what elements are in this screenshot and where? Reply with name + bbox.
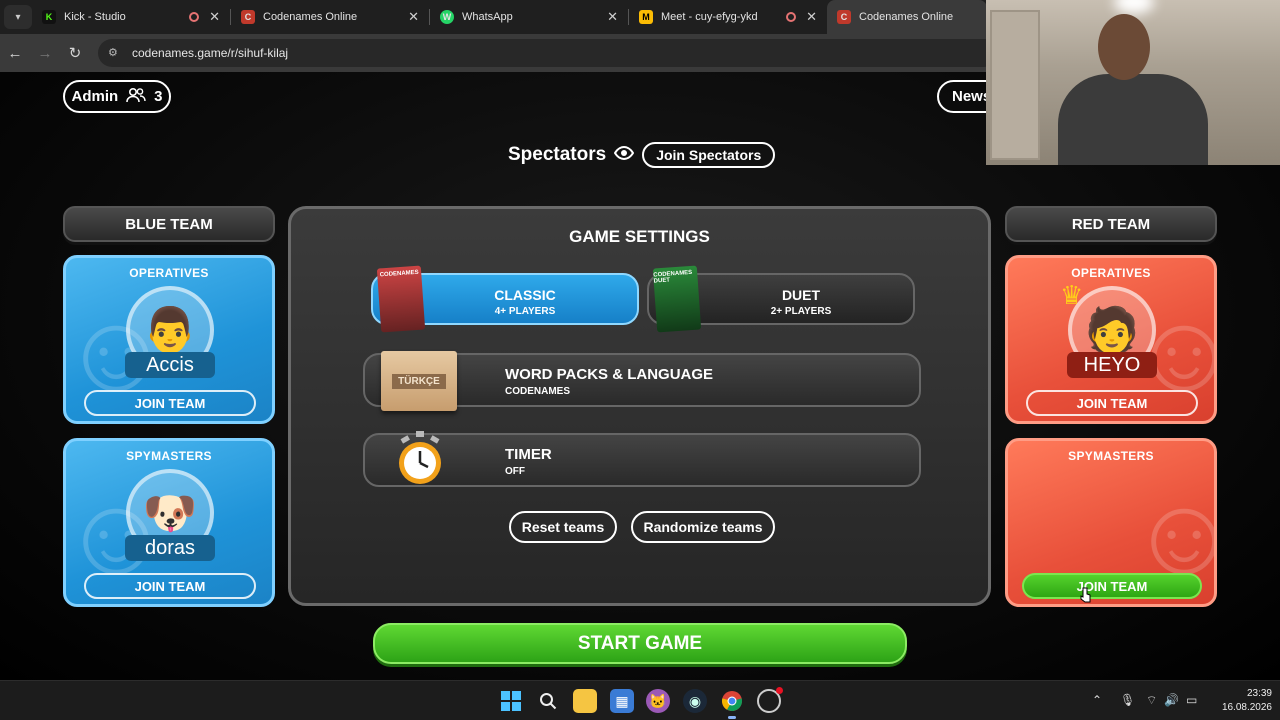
tab-meet[interactable]: M Meet - cuy-efyg-ykd ✕	[629, 0, 827, 34]
word-packs-value: CODENAMES	[505, 386, 571, 397]
red-operatives-card: ☺ OPERATIVES 🧑 ♛ HEYO JOIN TEAM	[1005, 255, 1217, 424]
tab-kick-studio[interactable]: K Kick - Studio ✕	[32, 0, 230, 34]
spectators-bar: Spectators Join Spectators	[508, 142, 776, 168]
reload-button[interactable]: ↻	[60, 38, 90, 68]
role-label: SPYMASTERS	[126, 449, 212, 463]
spectators-label: Spectators	[508, 144, 607, 165]
role-label: SPYMASTERS	[1068, 449, 1154, 463]
randomize-teams-button[interactable]: Randomize teams	[631, 511, 775, 543]
site-info-icon[interactable]: ⚙	[108, 46, 122, 60]
tab-title: Codenames Online	[263, 11, 358, 23]
url-input[interactable]: ⚙ codenames.game/r/sihuf-kilaj	[98, 39, 998, 67]
admin-label: Admin	[71, 88, 119, 105]
cursor-icon	[1080, 587, 1092, 604]
join-team-button[interactable]: JOIN TEAM	[1026, 390, 1198, 416]
steam-icon[interactable]: ◉	[683, 689, 707, 713]
player-name: Accis	[125, 352, 215, 378]
meet-icon: M	[639, 10, 653, 24]
obs-icon[interactable]	[757, 687, 783, 713]
kick-icon: K	[42, 10, 56, 24]
search-icon[interactable]	[536, 689, 560, 713]
file-explorer-icon[interactable]	[573, 689, 597, 713]
taskbar-clock[interactable]: 23:39 16.08.2026	[1212, 687, 1272, 715]
mode-players: 2+ PLAYERS	[770, 306, 832, 317]
join-team-button[interactable]: JOIN TEAM	[84, 573, 256, 599]
player-count: 3	[154, 88, 163, 105]
tab-search-button[interactable]: ▾	[4, 5, 32, 29]
battery-icon[interactable]: ▭	[1186, 693, 1197, 707]
mode-name: DUET	[781, 287, 821, 303]
tab-title: WhatsApp	[462, 11, 513, 23]
clock-time: 23:39	[1246, 688, 1272, 699]
red-spymasters-card: ☺ SPYMASTERS JOIN TEAM	[1005, 438, 1217, 607]
players-icon	[126, 87, 146, 107]
player-name: doras	[125, 535, 215, 561]
game-settings-panel: GAME SETTINGS CODENAMES CLASSIC 4+ PLAYE…	[288, 206, 991, 606]
blue-spymasters-card: ☺ SPYMASTERS 🐶 doras JOIN TEAM	[63, 438, 275, 607]
mode-classic-button[interactable]: CODENAMES CLASSIC 4+ PLAYERS	[371, 265, 639, 333]
microphone-icon[interactable]: 🎙	[1120, 693, 1135, 707]
tab-title: Meet - cuy-efyg-ykd	[661, 11, 758, 23]
volume-icon[interactable]: 🔊	[1164, 693, 1179, 707]
timer-value: OFF	[505, 466, 525, 477]
crown-icon: ♛	[1060, 280, 1084, 310]
start-game-button[interactable]: START GAME	[373, 623, 907, 664]
language-card-icon: TÜRKÇE	[381, 351, 457, 411]
timer-title: TIMER	[505, 446, 552, 463]
recording-icon	[786, 12, 797, 22]
eye-icon	[614, 145, 635, 165]
join-team-button[interactable]: JOIN TEAM	[84, 390, 256, 416]
close-icon[interactable]: ✕	[607, 9, 618, 25]
admin-button[interactable]: Admin 3	[63, 80, 171, 113]
cat-app-icon[interactable]: 🐱	[646, 689, 670, 713]
tab-title: Kick - Studio	[64, 11, 126, 23]
codenames-icon: C	[837, 10, 851, 24]
close-icon[interactable]: ✕	[408, 9, 419, 25]
back-button[interactable]: ←	[0, 38, 30, 68]
wifi-icon[interactable]: ⌔	[1146, 693, 1157, 708]
role-label: OPERATIVES	[1071, 266, 1151, 280]
close-icon[interactable]: ✕	[806, 9, 817, 25]
forward-button[interactable]: →	[30, 38, 60, 68]
blue-team-header: BLUE TEAM	[63, 206, 275, 242]
tab-codenames-active[interactable]: C Codenames Online	[827, 0, 987, 34]
codenames-icon: C	[241, 10, 255, 24]
mode-duet-button[interactable]: CODENAMES DUET DUET 2+ PLAYERS	[647, 265, 915, 333]
chrome-icon[interactable]	[720, 689, 744, 719]
windows-taskbar: ▦ 🐱 ◉ ⌃ 🎙 ⌔ 🔊 ▭ 23:39 16.08.2026	[0, 680, 1280, 720]
clock-date: 16.08.2026	[1221, 702, 1272, 713]
language-card-label: TÜRKÇE	[392, 373, 446, 389]
word-packs-button[interactable]: TÜRKÇE WORD PACKS & LANGUAGE CODENAMES	[363, 351, 921, 411]
mode-name: CLASSIC	[494, 287, 556, 303]
role-label: OPERATIVES	[129, 266, 209, 280]
player-name: HEYO	[1067, 352, 1157, 378]
blue-operatives-card: ☺ OPERATIVES 👨 Accis JOIN TEAM	[63, 255, 275, 424]
settings-title: GAME SETTINGS	[569, 227, 710, 246]
store-icon[interactable]: ▦	[610, 689, 634, 713]
reset-teams-button[interactable]: Reset teams	[509, 511, 617, 543]
mode-players: 4+ PLAYERS	[494, 306, 556, 317]
join-spectators-button[interactable]: Join Spectators	[642, 142, 776, 168]
timer-button[interactable]: TIMER OFF	[363, 431, 921, 487]
tab-title: Codenames Online	[859, 11, 954, 23]
webcam-overlay	[986, 0, 1280, 165]
tab-whatsapp[interactable]: W WhatsApp ✕	[430, 0, 628, 34]
join-team-button[interactable]: JOIN TEAM	[1022, 573, 1202, 599]
windows-start-icon[interactable]	[499, 689, 523, 713]
stopwatch-icon	[399, 431, 441, 484]
red-team-header: RED TEAM	[1005, 206, 1217, 242]
chevron-up-icon[interactable]: ⌃	[1092, 693, 1102, 707]
close-icon[interactable]: ✕	[209, 9, 220, 25]
whatsapp-icon: W	[440, 10, 454, 24]
tab-codenames-1[interactable]: C Codenames Online ✕	[231, 0, 429, 34]
url-text: codenames.game/r/sihuf-kilaj	[132, 46, 289, 60]
recording-icon	[189, 12, 200, 22]
word-packs-title: WORD PACKS & LANGUAGE	[505, 366, 714, 383]
